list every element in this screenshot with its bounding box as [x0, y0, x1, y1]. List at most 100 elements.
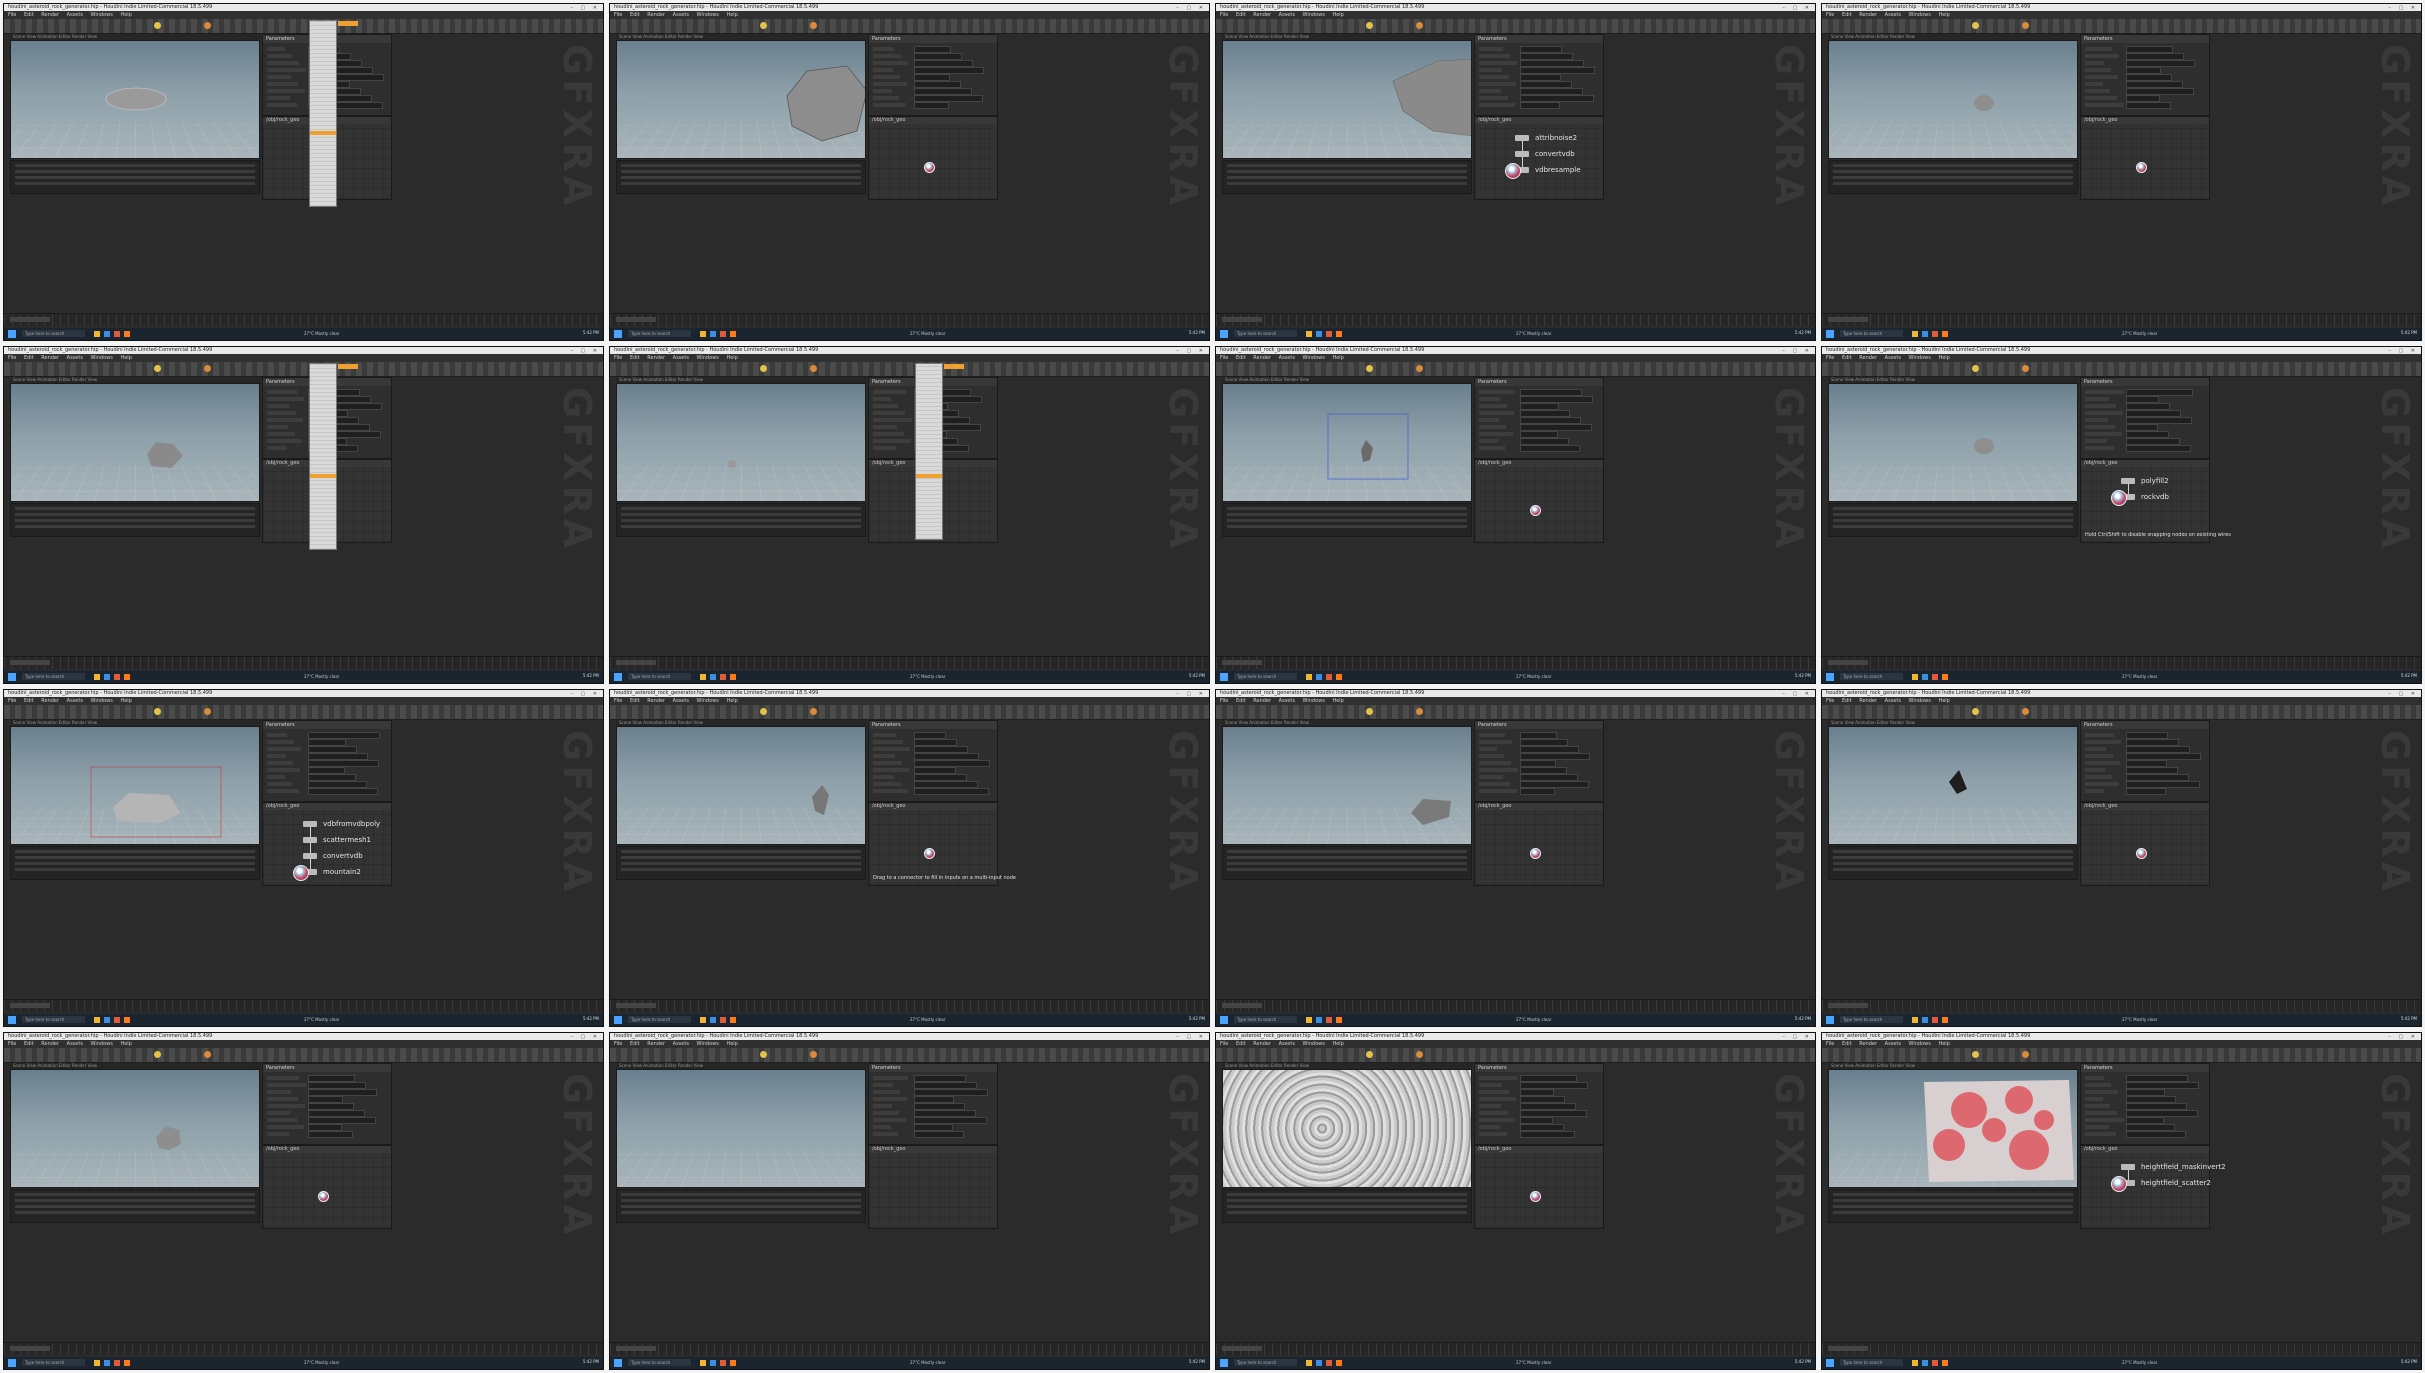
playbar-timeline[interactable] [610, 1342, 1209, 1355]
menu-assets[interactable]: Assets [1279, 355, 1295, 361]
taskbar-app-icon[interactable] [1336, 1360, 1342, 1366]
taskbar-search-input[interactable]: Type here to search [1840, 1359, 1903, 1366]
shelf-tool-icon[interactable] [1416, 365, 1423, 372]
parameter-field[interactable] [2126, 1117, 2164, 1124]
windows-start-icon[interactable] [1826, 1016, 1834, 1024]
display-flag-icon[interactable] [924, 848, 935, 859]
parameter-field[interactable] [914, 1124, 953, 1131]
parameter-field[interactable] [1520, 102, 1560, 109]
parameter-field[interactable] [308, 1117, 376, 1124]
taskbar-app-icon[interactable] [114, 1017, 120, 1023]
menu-file[interactable]: File [1826, 12, 1834, 18]
shelf-tool-icon[interactable] [204, 1051, 211, 1058]
taskbar-app-icon[interactable] [1932, 674, 1938, 680]
parameter-field[interactable] [1520, 767, 1567, 774]
parameter-field[interactable] [1520, 445, 1580, 452]
playback-controls[interactable] [616, 1346, 656, 1351]
taskbar-app-icon[interactable] [1922, 1360, 1928, 1366]
network-editor[interactable]: /obj/rock_geo [1474, 1145, 1604, 1229]
shelf-tool-icon[interactable] [1366, 1051, 1373, 1058]
shelf-toolbar[interactable] [4, 19, 603, 34]
parameter-field[interactable] [308, 774, 356, 781]
taskbar-app-icon[interactable] [1942, 1360, 1948, 1366]
taskbar-app-icon[interactable] [114, 1360, 120, 1366]
parameter-field[interactable] [914, 767, 956, 774]
parameter-field[interactable] [308, 753, 368, 760]
playback-controls[interactable] [10, 1003, 50, 1008]
shelf-tool-icon[interactable] [2022, 22, 2029, 29]
parameter-field[interactable] [1520, 60, 1584, 67]
menu-windows[interactable]: Windows [697, 1041, 719, 1047]
taskbar-app-icon[interactable] [1316, 331, 1322, 337]
taskbar-app-icon[interactable] [720, 331, 726, 337]
display-flag-icon[interactable] [1505, 163, 1521, 179]
shelf-toolbar[interactable] [4, 1048, 603, 1063]
menu-assets[interactable]: Assets [673, 1041, 689, 1047]
parameter-field[interactable] [1520, 1096, 1565, 1103]
display-flag-icon[interactable] [924, 162, 935, 173]
parameter-field[interactable] [308, 767, 345, 774]
menu-edit[interactable]: Edit [1842, 698, 1852, 704]
windows-start-icon[interactable] [8, 330, 16, 338]
playbar-timeline[interactable] [1822, 999, 2421, 1012]
shelf-tool-icon[interactable] [2022, 365, 2029, 372]
display-flag-icon[interactable] [318, 1191, 329, 1202]
taskbar-search-input[interactable]: Type here to search [22, 1359, 85, 1366]
playback-controls[interactable] [10, 1346, 50, 1351]
scene-viewport[interactable] [616, 1069, 866, 1188]
menu-assets[interactable]: Assets [1885, 355, 1901, 361]
shelf-tool-icon[interactable] [760, 365, 767, 372]
taskbar-search-input[interactable]: Type here to search [1234, 1016, 1297, 1023]
menu-windows[interactable]: Windows [1303, 12, 1325, 18]
parameter-field[interactable] [1520, 74, 1561, 81]
taskbar-app-icon[interactable] [1326, 674, 1332, 680]
playback-controls[interactable] [616, 317, 656, 322]
menu-edit[interactable]: Edit [630, 355, 640, 361]
shelf-toolbar[interactable] [1216, 1048, 1815, 1063]
shelf-tool-icon[interactable] [1416, 22, 1423, 29]
menu-file[interactable]: File [614, 1041, 622, 1047]
taskbar-app-icon[interactable] [1942, 674, 1948, 680]
network-editor[interactable]: /obj/rock_geo polyfill2 rockvdb Hold Ctrl/… [2080, 459, 2210, 543]
parameter-field[interactable] [1520, 1124, 1564, 1131]
menu-render[interactable]: Render [1253, 1041, 1271, 1047]
network-editor[interactable]: /obj/rock_geo [868, 116, 998, 200]
menu-render[interactable]: Render [647, 698, 665, 704]
parameter-field[interactable] [2126, 81, 2183, 88]
parameter-field[interactable] [914, 753, 979, 760]
menu-windows[interactable]: Windows [1909, 698, 1931, 704]
taskbar-search-input[interactable]: Type here to search [22, 673, 85, 680]
parameter-field[interactable] [2126, 1103, 2187, 1110]
menu-edit[interactable]: Edit [24, 355, 34, 361]
tab-menu-dropdown[interactable] [309, 20, 337, 207]
menu-help[interactable]: Help [726, 355, 737, 361]
parameter-field[interactable] [1520, 438, 1569, 445]
tab-menu-highlight[interactable] [310, 131, 336, 135]
parameter-field[interactable] [2126, 739, 2179, 746]
parameter-field[interactable] [2126, 102, 2171, 109]
parameter-field[interactable] [2126, 774, 2189, 781]
playback-controls[interactable] [1828, 1346, 1868, 1351]
parameter-field[interactable] [2126, 74, 2172, 81]
taskbar-app-icon[interactable] [1306, 674, 1312, 680]
parameter-field[interactable] [308, 732, 380, 739]
parameter-field[interactable] [1520, 1103, 1576, 1110]
playback-controls[interactable] [616, 1003, 656, 1008]
shelf-toolbar[interactable] [1822, 1048, 2421, 1063]
menu-file[interactable]: File [1220, 355, 1228, 361]
parameter-field[interactable] [2126, 60, 2195, 67]
menu-edit[interactable]: Edit [630, 1041, 640, 1047]
network-editor[interactable]: /obj/rock_geo [1474, 459, 1604, 543]
taskbar-app-icon[interactable] [1326, 1017, 1332, 1023]
shelf-tool-icon[interactable] [1972, 365, 1979, 372]
parameter-field[interactable] [308, 1131, 353, 1138]
parameter-field[interactable] [2126, 1082, 2199, 1089]
shelf-tool-icon[interactable] [154, 708, 161, 715]
parameter-field[interactable] [1520, 396, 1593, 403]
windows-start-icon[interactable] [1220, 1359, 1228, 1367]
menu-assets[interactable]: Assets [67, 355, 83, 361]
menu-file[interactable]: File [8, 12, 16, 18]
menu-render[interactable]: Render [1859, 355, 1877, 361]
parameter-field[interactable] [2126, 67, 2161, 74]
display-flag-icon[interactable] [293, 865, 309, 881]
